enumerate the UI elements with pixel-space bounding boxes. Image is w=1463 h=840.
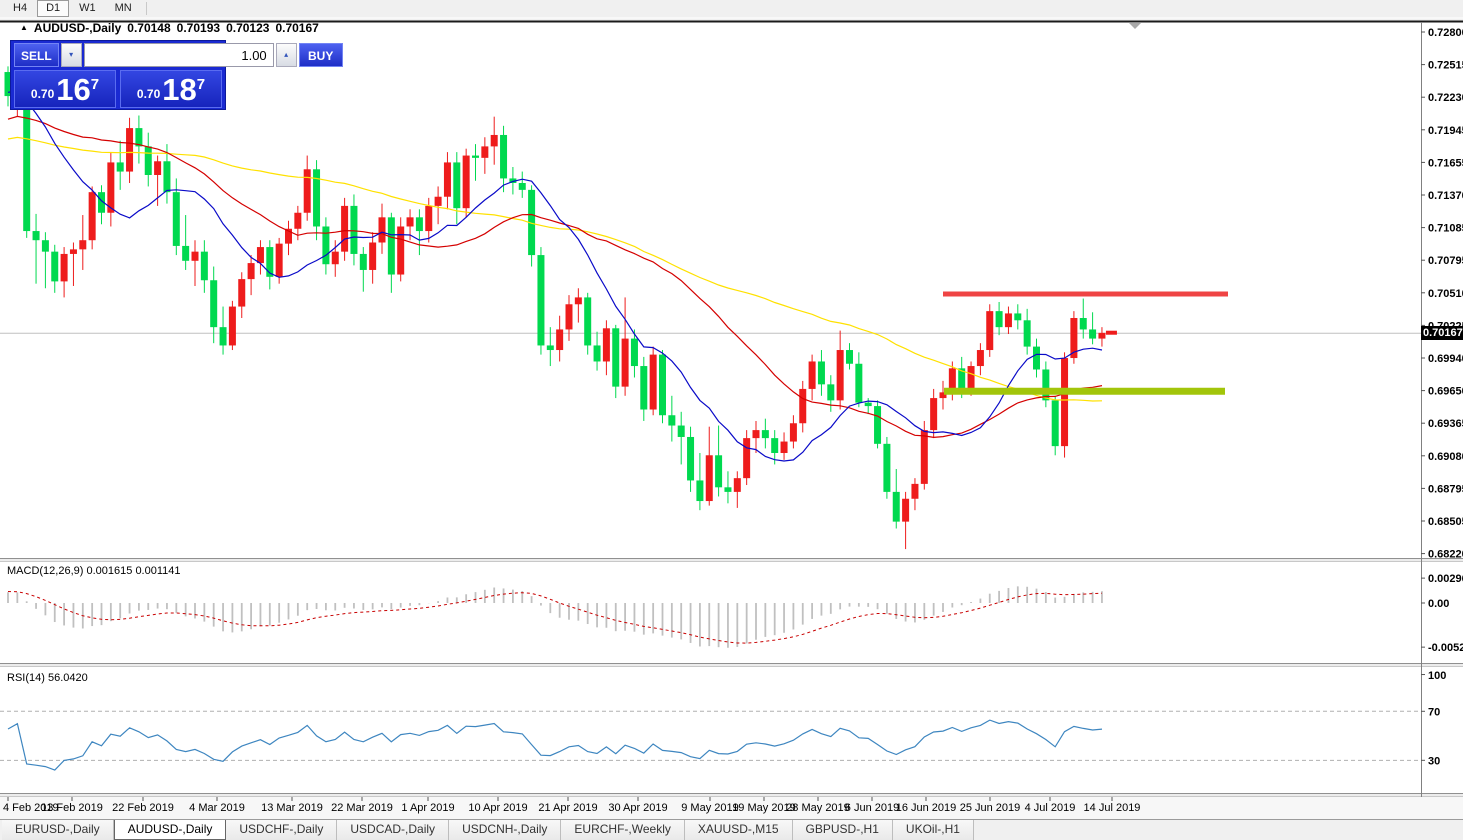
volume-input[interactable] xyxy=(84,43,274,67)
svg-text:10 Apr 2019: 10 Apr 2019 xyxy=(468,802,527,814)
last-price-marker xyxy=(1106,331,1117,335)
svg-text:9 May 2019: 9 May 2019 xyxy=(681,802,738,814)
timeframe-button-mn[interactable]: MN xyxy=(106,0,141,17)
rsi-name: RSI(14) xyxy=(7,672,45,684)
svg-text:22 Mar 2019: 22 Mar 2019 xyxy=(331,802,393,814)
svg-text:0.72230: 0.72230 xyxy=(1428,92,1463,104)
chart-tab-bar: EURUSD-,DailyAUDUSD-,DailyUSDCHF-,DailyU… xyxy=(0,819,1463,840)
svg-text:0.68505: 0.68505 xyxy=(1428,516,1463,528)
sell-button[interactable]: SELL xyxy=(14,43,59,67)
svg-text:4 Mar 2019: 4 Mar 2019 xyxy=(189,802,245,814)
svg-text:6 Jun 2019: 6 Jun 2019 xyxy=(845,802,899,814)
buy-price-pip: 7 xyxy=(197,79,205,91)
timeframe-button-w1[interactable]: W1 xyxy=(70,0,105,17)
svg-text:0.69080: 0.69080 xyxy=(1428,451,1463,463)
svg-text:0.00: 0.00 xyxy=(1428,598,1449,610)
svg-text:0.68220: 0.68220 xyxy=(1428,549,1463,561)
chart-tab-eurusd-daily[interactable]: EURUSD-,Daily xyxy=(2,820,114,840)
svg-text:28 May 2019: 28 May 2019 xyxy=(786,802,850,814)
svg-text:21 Apr 2019: 21 Apr 2019 xyxy=(538,802,597,814)
svg-text:4 Jul 2019: 4 Jul 2019 xyxy=(1025,802,1076,814)
svg-text:13 Feb 2019: 13 Feb 2019 xyxy=(41,802,103,814)
volume-increase-button[interactable]: ▴ xyxy=(276,43,297,67)
macd-label: MACD(12,26,9) 0.001615 0.001141 xyxy=(7,565,181,577)
chart-tab-audusd-daily[interactable]: AUDUSD-,Daily xyxy=(114,820,227,840)
ohlc-close: 0.70167 xyxy=(275,21,318,35)
sell-price-pip: 7 xyxy=(91,79,99,91)
macd-name: MACD(12,26,9) xyxy=(7,565,83,577)
svg-text:0.002962: 0.002962 xyxy=(1428,573,1463,585)
current-price-badge: 0.70167 xyxy=(1421,326,1463,340)
toolbar-separator xyxy=(146,2,147,15)
svg-text:0.72800: 0.72800 xyxy=(1428,27,1463,39)
chart-tab-xauusd-m15[interactable]: XAUUSD-,M15 xyxy=(685,820,793,840)
svg-text:14 Jul 2019: 14 Jul 2019 xyxy=(1084,802,1141,814)
svg-text:0.69365: 0.69365 xyxy=(1428,418,1463,430)
scroll-to-end-icon[interactable] xyxy=(1129,23,1141,29)
chart-tab-usdcad-daily[interactable]: USDCAD-,Daily xyxy=(337,820,449,840)
svg-text:0.69650: 0.69650 xyxy=(1428,386,1463,398)
sell-price-quote[interactable]: 0.70 16 7 xyxy=(14,70,116,108)
volume-decrease-button[interactable]: ▾ xyxy=(61,43,82,67)
macd-signal-value: 0.001141 xyxy=(135,565,180,577)
ohlc-high: 0.70193 xyxy=(177,21,220,35)
svg-text:0.68795: 0.68795 xyxy=(1428,483,1463,495)
sell-price-big: 16 xyxy=(56,75,90,105)
symbol-arrow-icon: ▲ xyxy=(20,23,28,32)
svg-text:16 Jun 2019: 16 Jun 2019 xyxy=(896,802,957,814)
ohlc-open: 0.70148 xyxy=(127,21,170,35)
svg-text:30 Apr 2019: 30 Apr 2019 xyxy=(608,802,667,814)
chart-tab-usdcnh-daily[interactable]: USDCNH-,Daily xyxy=(449,820,561,840)
svg-text:25 Jun 2019: 25 Jun 2019 xyxy=(960,802,1021,814)
macd-main-value: 0.001615 xyxy=(86,565,132,577)
svg-text:22 Feb 2019: 22 Feb 2019 xyxy=(112,802,174,814)
buy-price-quote[interactable]: 0.70 18 7 xyxy=(120,70,222,108)
timeframe-toolbar: H4D1W1MN xyxy=(0,0,1463,17)
chart-canvas[interactable]: 0.72800 0.72515 0.72230 0.71945 0.71655 0.713… xyxy=(0,0,1463,840)
chart-tab-usdchf-daily[interactable]: USDCHF-,Daily xyxy=(226,820,337,840)
svg-text:1 Apr 2019: 1 Apr 2019 xyxy=(401,802,454,814)
one-click-trade-panel: SELL ▾ ▴ BUY 0.70 16 7 0.70 18 7 xyxy=(10,40,226,110)
buy-price-big: 18 xyxy=(162,75,196,105)
chart-title: ▲ AUDUSD-,Daily 0.70148 0.70193 0.70123 … xyxy=(20,21,319,35)
svg-text:0.71085: 0.71085 xyxy=(1428,223,1463,235)
svg-text:100: 100 xyxy=(1428,670,1446,682)
mt4-window: H4D1W1MN 0.728000.725150.722300.719450.7… xyxy=(0,0,1463,840)
svg-text:0.71370: 0.71370 xyxy=(1428,190,1463,202)
sell-price-prefix: 0.70 xyxy=(31,83,54,105)
timeframe-button-d1[interactable]: D1 xyxy=(37,0,69,17)
svg-text:0.70795: 0.70795 xyxy=(1428,255,1463,267)
svg-text:-0.005255: -0.005255 xyxy=(1428,642,1463,654)
symbol-name: AUDUSD-,Daily xyxy=(34,21,121,35)
svg-text:0.71655: 0.71655 xyxy=(1428,157,1463,169)
svg-text:0.69940: 0.69940 xyxy=(1428,353,1463,365)
ohlc-low: 0.70123 xyxy=(226,21,269,35)
svg-text:0.70510: 0.70510 xyxy=(1428,288,1463,300)
rsi-label: RSI(14) 56.0420 xyxy=(7,672,88,684)
svg-text:70: 70 xyxy=(1428,706,1440,718)
rsi-value: 56.0420 xyxy=(48,672,88,684)
svg-text:13 Mar 2019: 13 Mar 2019 xyxy=(261,802,323,814)
chart-tab-eurchf-weekly[interactable]: EURCHF-,Weekly xyxy=(561,820,684,840)
timeframe-button-h4[interactable]: H4 xyxy=(4,0,36,17)
svg-text:0.72515: 0.72515 xyxy=(1428,60,1463,72)
svg-text:0.71945: 0.71945 xyxy=(1428,125,1463,137)
buy-button[interactable]: BUY xyxy=(299,43,343,67)
chart-tab-gbpusd-h1[interactable]: GBPUSD-,H1 xyxy=(793,820,893,840)
svg-text:30: 30 xyxy=(1428,755,1440,767)
buy-price-prefix: 0.70 xyxy=(137,83,160,105)
chart-tab-ukoil-h1[interactable]: UKOil-,H1 xyxy=(893,820,974,840)
